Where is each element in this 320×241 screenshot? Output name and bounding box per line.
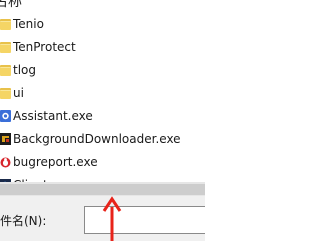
file-row-tenio[interactable]: Tenio [0,12,205,35]
file-name: bugreport.exe [13,154,98,169]
file-name: tlog [13,62,36,77]
file-name: Tenio [13,16,44,31]
downloader-app-icon [0,132,12,146]
assistant-app-icon [0,109,12,123]
file-row-tlog[interactable]: tlog [0,58,205,81]
folder-icon [0,86,12,100]
file-row-ui[interactable]: ui [0,81,205,104]
folder-icon [0,63,12,77]
file-row-bugreport[interactable]: bugreport.exe [0,150,205,173]
folder-icon [0,40,12,54]
file-row-tenprotect[interactable]: TenProtect [0,35,205,58]
file-row-assistant[interactable]: Assistant.exe [0,104,205,127]
bugreport-app-icon [0,155,12,169]
file-name: BackgroundDownloader.exe [13,131,181,146]
filename-label: 文件名(N): [0,214,47,228]
file-open-dialog: 名称 Tenio TenProtect tlog ui Assistant.ex… [0,0,205,241]
file-name: ui [13,85,24,100]
column-header-name[interactable]: 名称 [0,0,205,12]
red-arrow-annotation [102,196,122,241]
file-list: Tenio TenProtect tlog ui Assistant.exe B… [0,12,205,196]
file-row-backgrounddownloader[interactable]: BackgroundDownloader.exe [0,127,205,150]
folder-icon [0,17,12,31]
column-header-label: 名称 [0,0,22,10]
file-name: TenProtect [13,39,76,54]
file-name: Assistant.exe [13,108,93,123]
